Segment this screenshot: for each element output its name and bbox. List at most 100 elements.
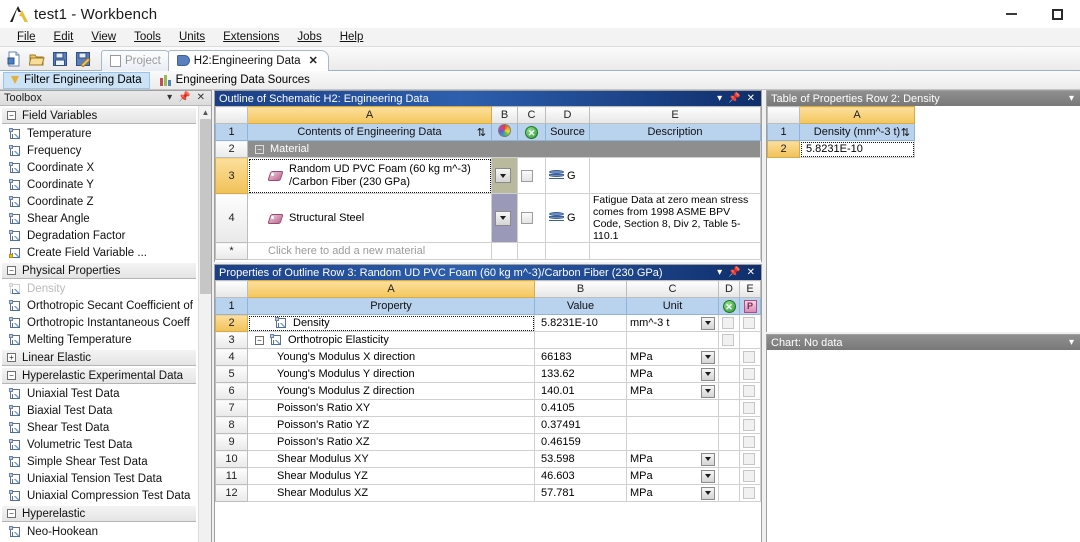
toolbox-item-uniaxial-compression-test-data[interactable]: Uniaxial Compression Test Data: [0, 487, 199, 504]
toolbox-item-coordinate-z[interactable]: Coordinate Z: [0, 193, 199, 210]
props-value-cell[interactable]: 0.4105: [534, 399, 627, 417]
outline-col-d[interactable]: D: [545, 106, 590, 124]
table-row[interactable]: 3− Orthotropic Elasticity: [215, 331, 761, 349]
steel-dropdown-cell[interactable]: [491, 193, 518, 243]
props-value-cell[interactable]: 133.62: [534, 365, 627, 383]
sort-icon[interactable]: ⇅: [477, 126, 486, 139]
chart-dropdown-icon[interactable]: ▾: [1069, 337, 1074, 348]
outline-dropdown-icon[interactable]: ▾: [717, 93, 722, 104]
menu-tools[interactable]: Tools: [125, 30, 170, 44]
add-material-label[interactable]: Click here to add a new material: [247, 242, 492, 260]
parameter-icon[interactable]: P: [743, 299, 757, 313]
group-row-cell[interactable]: − Material: [247, 140, 761, 158]
props-property-cell[interactable]: Poisson's Ratio XY: [247, 399, 535, 417]
toolbox-item-melting-temperature[interactable]: Melting Temperature: [0, 331, 199, 348]
props-e-cell[interactable]: [739, 450, 761, 468]
props-property-cell[interactable]: Shear Modulus XZ: [247, 484, 535, 502]
props-unit-cell[interactable]: MPa: [626, 467, 719, 485]
add-material-row[interactable]: * Click here to add a new material: [215, 242, 761, 260]
collapse-icon[interactable]: −: [255, 144, 264, 154]
props-col-c[interactable]: C: [626, 280, 719, 298]
props-value-cell[interactable]: 53.598: [534, 450, 627, 468]
menu-extensions[interactable]: Extensions: [214, 30, 288, 44]
outline-close-icon[interactable]: ✕: [747, 93, 755, 104]
toolbox-item-simple-shear-test-data[interactable]: Simple Shear Test Data: [0, 453, 199, 470]
props-value-cell[interactable]: 57.781: [534, 484, 627, 502]
collapse-icon[interactable]: −: [7, 111, 16, 120]
props-e-cell[interactable]: [739, 433, 761, 451]
props-e-cell[interactable]: [739, 331, 761, 349]
props-col-d[interactable]: D: [718, 280, 740, 298]
props-e-cell[interactable]: [739, 382, 761, 400]
tprops-col-a[interactable]: A: [799, 106, 915, 124]
chart-checkbox[interactable]: [722, 317, 734, 329]
props-property-cell[interactable]: Shear Modulus YZ: [247, 467, 535, 485]
toolbox-item-create-field-variable[interactable]: Create Field Variable ...: [0, 244, 199, 261]
toolbox-item-uniaxial-test-data[interactable]: Uniaxial Test Data: [0, 385, 199, 402]
save-button[interactable]: [49, 49, 70, 69]
props-col-e[interactable]: E: [739, 280, 761, 298]
parameter-checkbox[interactable]: [743, 453, 755, 465]
menu-view[interactable]: View: [82, 30, 125, 44]
props-property-cell[interactable]: − Orthotropic Elasticity: [247, 331, 535, 349]
props-e-cell[interactable]: [739, 399, 761, 417]
props-d-cell[interactable]: [718, 467, 740, 485]
props-unit-cell[interactable]: [626, 399, 719, 417]
table-row[interactable]: 12 Shear Modulus XZ 57.781 MPa: [215, 484, 761, 502]
parameter-checkbox[interactable]: [743, 385, 755, 397]
toolbox-item-coordinate-x[interactable]: Coordinate X: [0, 159, 199, 176]
properties-pin-icon[interactable]: 📌: [728, 267, 740, 278]
props-e-cell[interactable]: [739, 484, 761, 502]
props-e-cell[interactable]: [739, 416, 761, 434]
props-unit-cell[interactable]: [626, 331, 719, 349]
parameter-checkbox[interactable]: [743, 487, 755, 499]
menu-edit[interactable]: Edit: [45, 30, 83, 44]
props-value-cell[interactable]: 66183: [534, 348, 627, 366]
table-row[interactable]: 4 Young's Modulus X direction 66183 MPa: [215, 348, 761, 366]
toolbox-group-field-variables[interactable]: − Field Variables: [2, 107, 196, 124]
new-button[interactable]: [3, 49, 24, 69]
parameter-checkbox[interactable]: [743, 402, 755, 414]
unit-dropdown-icon[interactable]: [701, 486, 715, 500]
toolbox-pin-icon[interactable]: 📌: [178, 93, 190, 103]
toolbox-group-hyperelastic[interactable]: − Hyperelastic: [2, 505, 196, 522]
menu-jobs[interactable]: Jobs: [288, 30, 330, 44]
toolbox-close-icon[interactable]: ✕: [197, 93, 205, 103]
color-wheel-icon[interactable]: [498, 124, 511, 137]
table-row[interactable]: 2 5.8231E-10: [767, 140, 1080, 158]
table-row[interactable]: 11 Shear Modulus YZ 46.603 MPa: [215, 467, 761, 485]
props-property-cell[interactable]: Young's Modulus Z direction: [247, 382, 535, 400]
toolbox-item-volumetric-test-data[interactable]: Volumetric Test Data: [0, 436, 199, 453]
toolbox-item-neo-hookean[interactable]: Neo-Hookean: [0, 523, 199, 540]
props-d-cell[interactable]: [718, 399, 740, 417]
minimize-button[interactable]: [988, 0, 1034, 28]
outline-col-c[interactable]: C: [517, 106, 546, 124]
maximize-button[interactable]: [1034, 0, 1080, 28]
chart-checkbox[interactable]: [722, 334, 734, 346]
props-d-cell[interactable]: [718, 314, 740, 332]
outline-col-e[interactable]: E: [589, 106, 761, 124]
unit-dropdown-icon[interactable]: [701, 350, 715, 364]
chevron-down-icon[interactable]: [495, 210, 511, 226]
sort-icon[interactable]: ⇅: [901, 126, 910, 139]
props-col-a[interactable]: A: [247, 280, 535, 298]
props-unit-cell[interactable]: MPa: [626, 348, 719, 366]
open-button[interactable]: [26, 49, 47, 69]
save-as-button[interactable]: [72, 49, 93, 69]
material-dropdown-cell[interactable]: [491, 157, 518, 194]
table-row[interactable]: 5 Young's Modulus Y direction 133.62 MPa: [215, 365, 761, 383]
table-row[interactable]: 7 Poisson's Ratio XY 0.4105: [215, 399, 761, 417]
toolbox-group-linear-elastic[interactable]: + Linear Elastic: [2, 349, 196, 366]
props-d-cell[interactable]: [718, 433, 740, 451]
props-e-cell[interactable]: [739, 348, 761, 366]
steel-checkbox-cell[interactable]: [517, 193, 546, 243]
props-d-cell[interactable]: [718, 484, 740, 502]
material-name-cell[interactable]: Random UD PVC Foam (60 kg m^-3) /Carbon …: [247, 157, 492, 194]
props-d-cell[interactable]: [718, 450, 740, 468]
scrollbar-thumb[interactable]: [200, 119, 211, 294]
parameter-checkbox[interactable]: [743, 368, 755, 380]
unit-dropdown-icon[interactable]: [701, 367, 715, 381]
toolbox-item-orthotropic-instantaneous-coeff[interactable]: Orthotropic Instantaneous Coeff: [0, 314, 199, 331]
props-property-cell[interactable]: Density: [247, 314, 535, 332]
toolbox-item-orthotropic-secant-coefficient-of[interactable]: Orthotropic Secant Coefficient of: [0, 297, 199, 314]
